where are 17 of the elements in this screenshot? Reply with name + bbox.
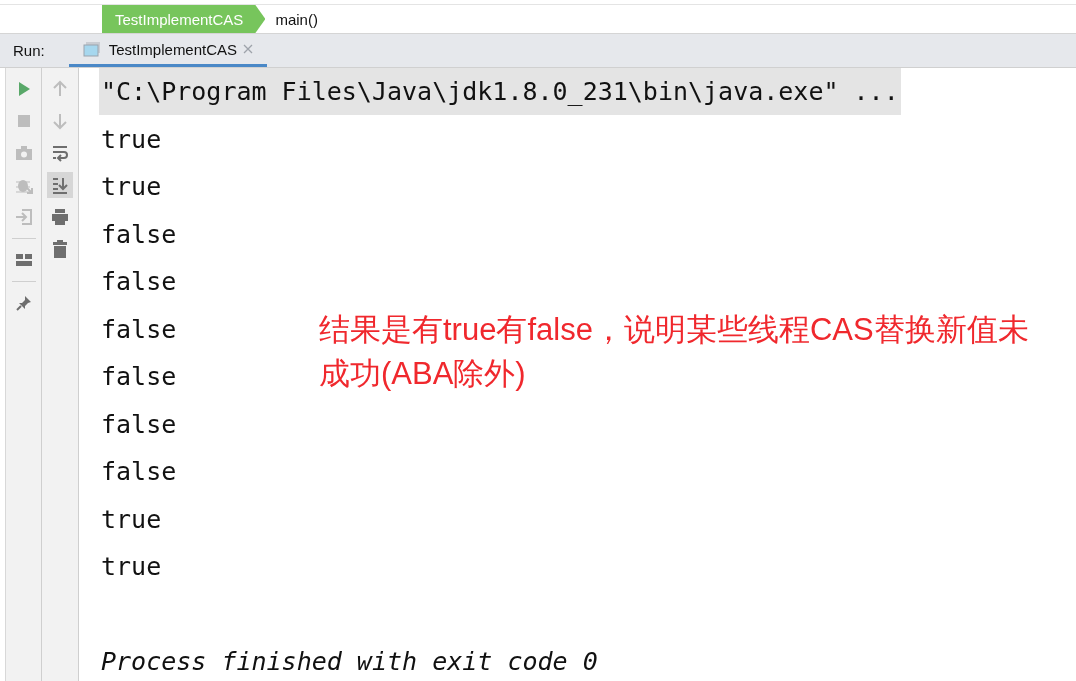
console-line: false bbox=[101, 267, 177, 297]
console-line: false bbox=[101, 362, 177, 392]
close-icon[interactable] bbox=[243, 44, 254, 54]
scroll-to-end-icon[interactable] bbox=[47, 172, 73, 198]
console-line: true bbox=[101, 552, 162, 582]
console-line: true bbox=[101, 172, 162, 202]
console-line: false bbox=[101, 219, 177, 249]
console-line: true bbox=[101, 504, 162, 534]
console-line: Process finished with exit code 0 bbox=[101, 647, 598, 677]
console-icon bbox=[82, 41, 101, 57]
run-label: Run: bbox=[12, 42, 46, 59]
console-line: false bbox=[101, 409, 177, 439]
console-line: false bbox=[101, 457, 177, 487]
console-line: false bbox=[101, 314, 177, 344]
annotation-text: 结果是有true有false，说明某些线程CAS替换新值未成功(ABA除外) bbox=[319, 311, 1030, 393]
breadcrumb-item[interactable]: main() bbox=[265, 5, 318, 33]
console-line: true bbox=[101, 124, 162, 154]
